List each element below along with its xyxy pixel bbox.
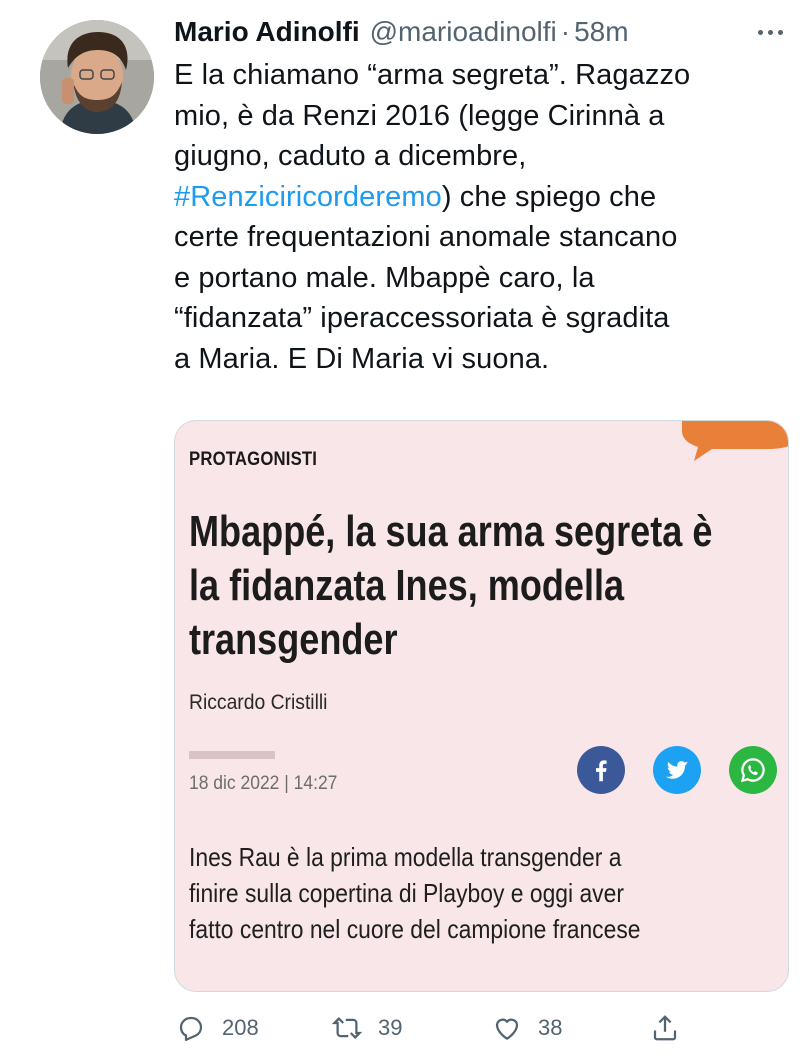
tweet-line: certe frequentazioni anomale stancano — [174, 221, 678, 253]
summary-line: Ines Rau è la prima modella transgender … — [189, 842, 622, 872]
tweet-line: “fidanzata” iperaccessoriata è sgradita — [174, 302, 670, 334]
reply-button[interactable]: 208 — [176, 1008, 259, 1048]
article-summary: Ines Rau è la prima modella transgender … — [189, 839, 752, 947]
more-options-icon[interactable] — [758, 14, 783, 50]
article-image-card[interactable]: PROTAGONISTI Mbappé, la sua arma segreta… — [174, 420, 789, 992]
tweet-actions: 208 39 38 — [174, 1008, 789, 1048]
header-separator: · — [560, 16, 571, 47]
hashtag-suffix: ) che spiego che — [441, 180, 657, 213]
summary-line: fatto centro nel cuore del campione fran… — [189, 914, 641, 944]
article-headline: Mbappé, la sua arma segreta è la fidanza… — [189, 507, 713, 664]
like-count: 38 — [538, 1015, 563, 1040]
author-handle[interactable]: @marioadinolfi — [370, 16, 557, 48]
facebook-icon — [577, 746, 625, 794]
reply-icon — [179, 1016, 203, 1041]
tweet-line: mio, è da Renzi 2016 (legge Cirinnà a — [174, 99, 665, 132]
tweet-time[interactable]: 58m — [574, 16, 628, 48]
share-button[interactable] — [650, 1008, 696, 1048]
tweet-line-hashtag: #Renziciricorderemo) che spiego che — [174, 177, 789, 218]
heart-icon — [495, 1018, 519, 1040]
reply-count: 208 — [222, 1015, 259, 1040]
hashtag-link[interactable]: #Renziciricorderemo — [174, 181, 442, 213]
tweet-line: giugno, caduto a dicembre, — [174, 140, 527, 172]
tweet-line: e portano male. Mbappè caro, la — [174, 261, 595, 294]
tweet-header: Mario Adinolfi @marioadinolfi · 58m — [174, 14, 787, 50]
like-button[interactable]: 38 — [492, 1008, 562, 1048]
retweet-count: 39 — [378, 1015, 403, 1040]
share-icon — [653, 1015, 677, 1041]
speech-bubble-icon — [682, 421, 788, 461]
twitter-icon — [653, 746, 701, 794]
tweet-text: E la chiamano “arma segreta”. Ragazzo mi… — [174, 55, 789, 379]
whatsapp-icon — [729, 746, 777, 794]
tweet-line: a Maria. E Di Maria vi suona. — [174, 342, 550, 375]
tweet-line: E la chiamano “arma segreta”. Ragazzo — [174, 59, 691, 91]
article-date: 18 dic 2022 | 14:27 — [189, 773, 338, 794]
summary-line: finire sulla copertina di Playboy e oggi… — [189, 878, 624, 908]
divider — [189, 751, 275, 759]
author-name[interactable]: Mario Adinolfi — [174, 16, 360, 48]
retweet-icon — [332, 1017, 362, 1039]
article-author: Riccardo Cristilli — [189, 691, 328, 714]
retweet-button[interactable]: 39 — [332, 1008, 402, 1048]
article-kicker: PROTAGONISTI — [189, 449, 318, 470]
author-avatar[interactable] — [40, 20, 154, 134]
